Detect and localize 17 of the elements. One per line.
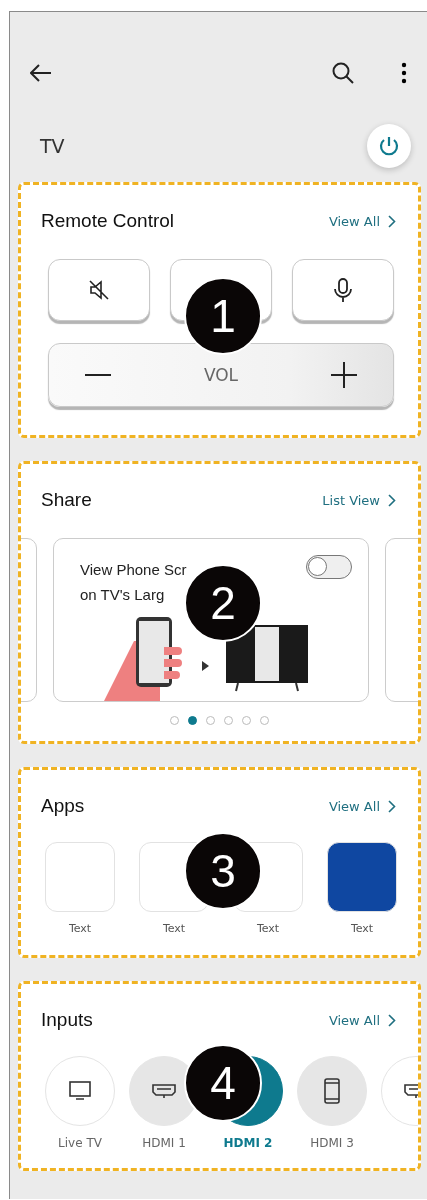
callout-tooltip: 4 — [184, 1044, 262, 1122]
input-label: HDMI 3 — [310, 1136, 354, 1152]
input-label: HDMI 1 — [142, 1136, 186, 1152]
card-text: on TV's Larg — [80, 585, 166, 605]
card-text: View Phone Scr — [80, 560, 187, 580]
app-label: Text — [68, 922, 92, 935]
section-title: Share — [41, 489, 93, 511]
section-title: Remote Control — [41, 210, 176, 232]
device-name: TV — [40, 135, 66, 157]
app-label: Text — [256, 922, 280, 935]
app-label: Text — [162, 922, 186, 935]
volume-label: VOL — [202, 365, 240, 385]
app-label: Text — [350, 922, 374, 935]
section-title: Apps — [41, 795, 86, 817]
input-label: HDMI 2 — [223, 1136, 273, 1152]
input-label: Live TV — [58, 1136, 102, 1152]
section-title: Inputs — [41, 1009, 94, 1031]
